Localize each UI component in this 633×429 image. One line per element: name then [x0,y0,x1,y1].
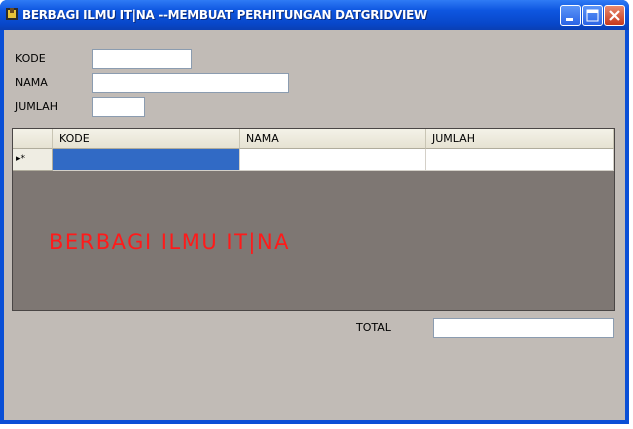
nama-input[interactable] [92,73,289,93]
watermark-text: BERBAGI ILMU IT|NA [49,230,291,254]
datagridview[interactable]: KODE NAMA JUMLAH ▸* BERBAGI ILMU IT|NA [12,128,615,311]
maximize-icon [586,9,599,22]
app-icon [6,8,18,20]
total-input[interactable] [433,318,614,338]
cell-jumlah-new-row[interactable] [426,149,614,171]
new-row-header[interactable]: ▸* [13,149,53,171]
kode-label: KODE [15,52,46,65]
jumlah-label: JUMLAH [15,100,58,113]
kode-input[interactable] [92,49,192,69]
cell-kode-new-row[interactable] [53,149,240,171]
close-button[interactable] [604,5,625,26]
cell-nama-new-row[interactable] [240,149,426,171]
jumlah-input[interactable] [92,97,145,117]
total-label: TOTAL [356,321,391,334]
column-header-jumlah[interactable]: JUMLAH [426,129,614,149]
minimize-button[interactable] [560,5,581,26]
app-window: BERBAGI ILMU IT|NA --MEMBUAT PERHITUNGAN… [0,0,629,424]
maximize-button[interactable] [582,5,603,26]
grid-corner-header[interactable] [13,129,53,149]
window-title: BERBAGI ILMU IT|NA --MEMBUAT PERHITUNGAN… [22,8,427,22]
close-icon [609,10,620,21]
column-header-nama[interactable]: NAMA [240,129,426,149]
nama-label: NAMA [15,76,48,89]
minimize-icon [566,18,573,21]
title-bar[interactable]: BERBAGI ILMU IT|NA --MEMBUAT PERHITUNGAN… [0,0,629,30]
form-client-area: KODE NAMA JUMLAH KODE NAMA JUMLAH ▸* BER… [4,30,625,420]
column-header-kode[interactable]: KODE [53,129,240,149]
